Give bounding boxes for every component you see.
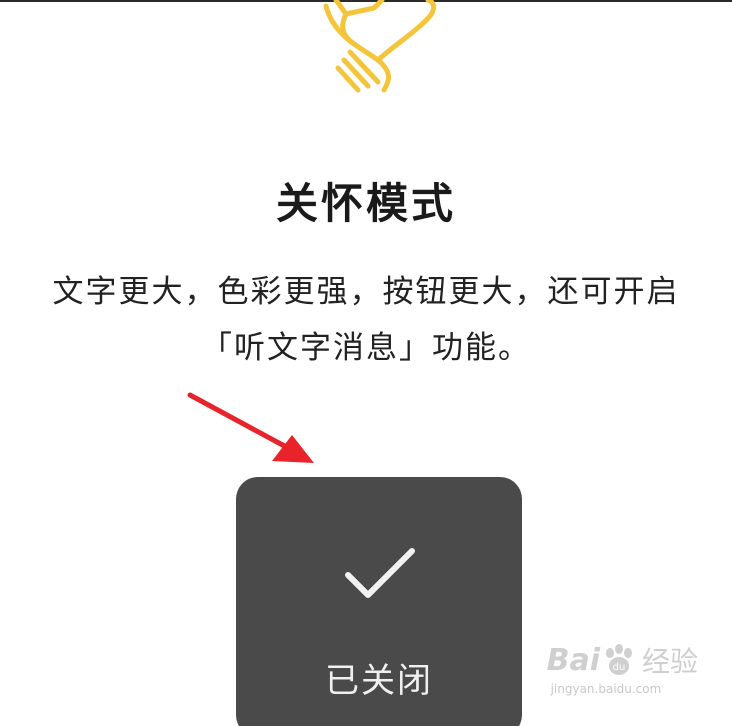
status-toast: 已关闭 <box>236 477 522 726</box>
watermark-brand-b: 经验 <box>641 645 698 678</box>
svg-text:du: du <box>613 662 626 673</box>
hand-heart-icon <box>323 0 437 93</box>
baidu-jingyan-watermark: Bai du 经验 jingyan.baidu.com <box>546 640 698 697</box>
toast-status-label: 已关闭 <box>325 661 433 701</box>
page-title: 关怀模式 <box>275 179 456 228</box>
watermark-brand-a: Bai <box>546 642 600 678</box>
care-mode-screen: 关怀模式 文字更大，色彩更强，按钮更大，还可开启 「听文字消息」功能。 已关闭 … <box>0 0 732 726</box>
paw-logo-icon: du <box>605 644 632 675</box>
watermark-url: jingyan.baidu.com <box>550 682 662 696</box>
feature-description: 文字更大，色彩更强，按钮更大，还可开启 「听文字消息」功能。 <box>0 264 732 376</box>
description-line-1: 文字更大，色彩更强，按钮更大，还可开启 <box>52 274 680 310</box>
description-line-2: 「听文字消息」功能。 <box>201 330 531 366</box>
red-arrow-annotation <box>187 392 314 463</box>
checkmark-icon <box>345 548 415 598</box>
